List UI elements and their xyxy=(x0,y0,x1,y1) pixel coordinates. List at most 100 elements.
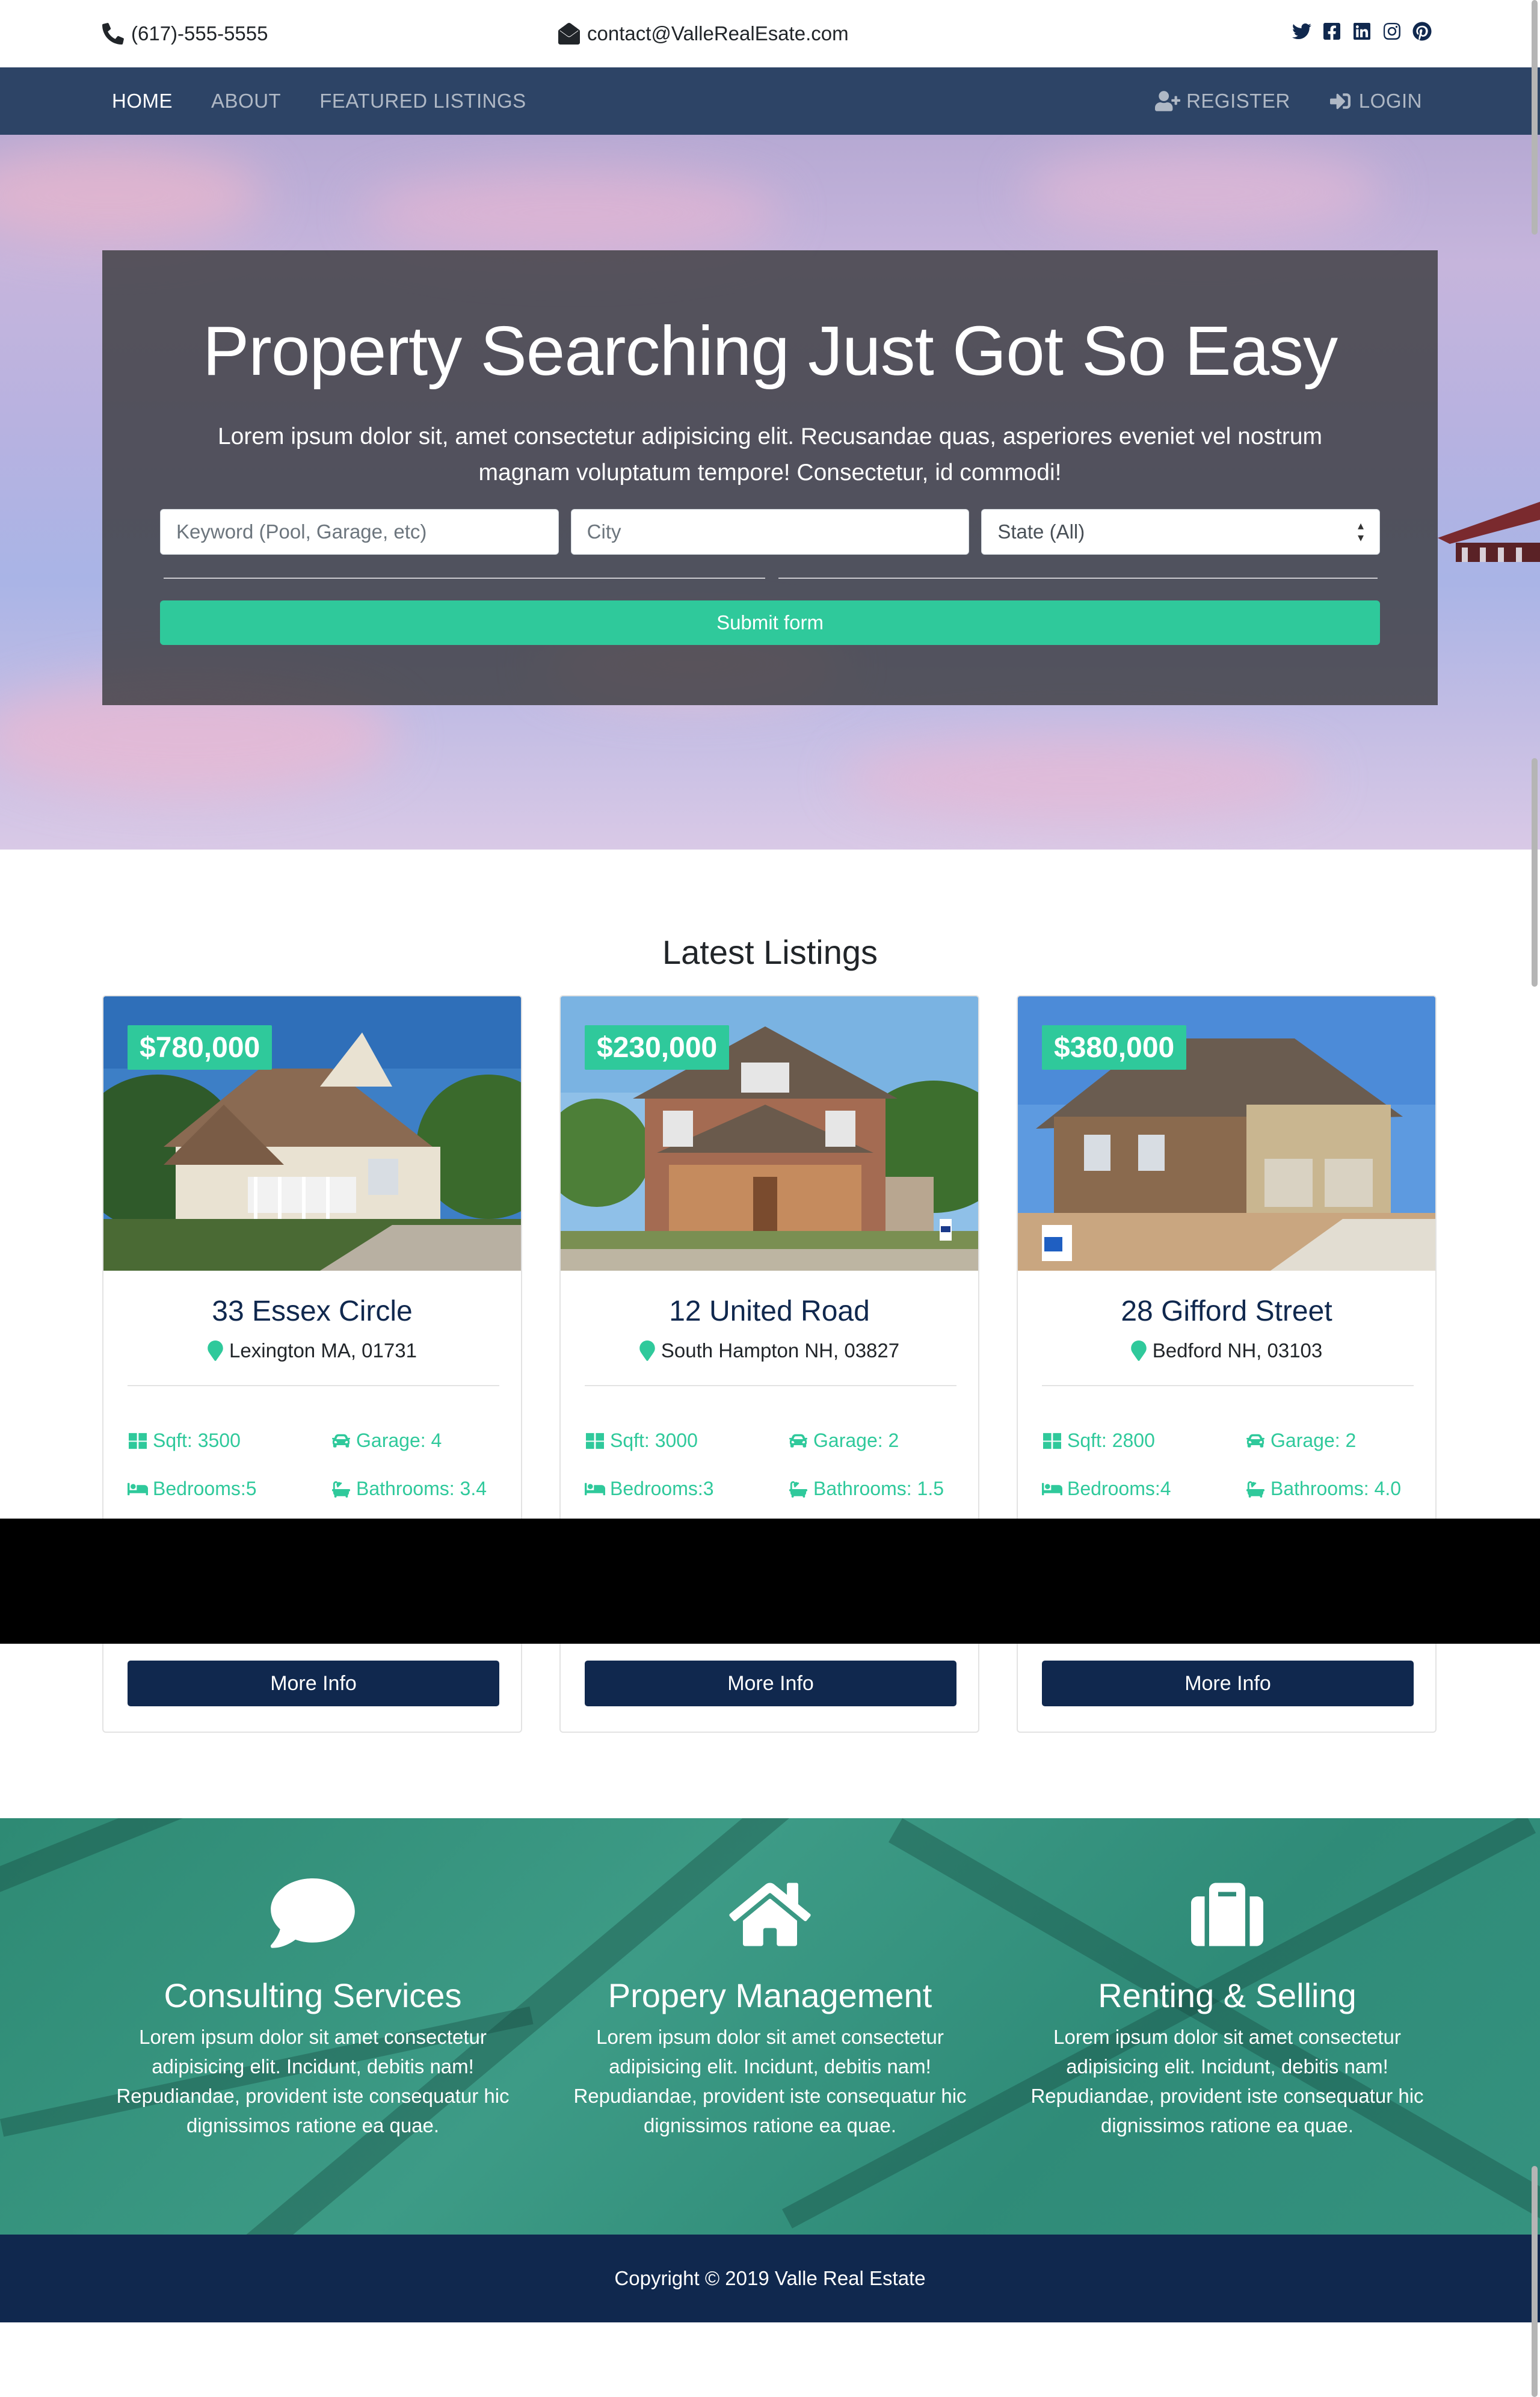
home-icon xyxy=(728,1878,812,1951)
listing-photo[interactable]: $780,000 xyxy=(103,996,521,1271)
listing-photo[interactable]: $230,000 xyxy=(561,996,978,1271)
listing-location-text: Bedford NH, 03103 xyxy=(1152,1339,1323,1362)
garage-text: Garage: 2 xyxy=(813,1430,899,1451)
state-select[interactable]: State (All) ▴ ▾ xyxy=(981,509,1381,555)
hero-cloud xyxy=(1023,147,1384,237)
suitcase-icon xyxy=(1185,1878,1269,1951)
sqft-text: Sqft: 2800 xyxy=(1067,1430,1155,1451)
card-divider xyxy=(1042,1385,1414,1386)
grid-icon xyxy=(1043,1433,1061,1449)
bathrooms-text: Bathrooms: 3.4 xyxy=(356,1478,487,1499)
phone-icon xyxy=(102,23,124,45)
sqft-feature: Sqft: 3000 xyxy=(585,1430,698,1452)
more-info-button[interactable]: More Info xyxy=(585,1661,956,1706)
grid-icon xyxy=(586,1433,604,1449)
top-contact-bar: (617)-555-5555 contact@ValleRealEsate.co… xyxy=(0,0,1540,67)
hero-search-panel: Property Searching Just Got So Easy Lore… xyxy=(102,250,1438,705)
city-placeholder: City xyxy=(587,520,621,543)
login-label: LOGIN xyxy=(1358,90,1422,112)
sign-in-icon xyxy=(1329,93,1351,110)
price-badge: $230,000 xyxy=(585,1025,730,1070)
social-links xyxy=(1292,22,1432,41)
register-label: REGISTER xyxy=(1186,90,1290,112)
service-title: Consulting Services xyxy=(164,1976,462,2014)
bath-icon xyxy=(1246,1481,1264,1498)
price-badge: $380,000 xyxy=(1042,1025,1187,1070)
bedrooms-text: Bedrooms:5 xyxy=(153,1478,257,1499)
email-address: contact@ValleRealEsate.com xyxy=(587,22,849,45)
sqft-text: Sqft: 3500 xyxy=(153,1430,241,1451)
price-badge: $780,000 xyxy=(128,1025,273,1070)
form-divider xyxy=(164,578,765,579)
page-footer: Copyright © 2019 Valle Real Estate xyxy=(0,2235,1540,2322)
page-scrollbar[interactable] xyxy=(1528,0,1540,2397)
listing-address: 12 United Road xyxy=(669,1295,870,1327)
service-renting-selling: Renting & Selling Lorem ipsum dolor sit … xyxy=(1017,1878,1438,2140)
hero-cloud xyxy=(0,147,265,243)
bathrooms-feature: Bathrooms: 3.4 xyxy=(331,1478,487,1500)
nav-about-link[interactable]: ABOUT xyxy=(211,90,281,113)
car-icon xyxy=(1246,1434,1265,1448)
service-title: Propery Management xyxy=(608,1976,932,2014)
listing-location-text: Lexington MA, 01731 xyxy=(229,1339,417,1362)
keyword-placeholder: Keyword (Pool, Garage, etc) xyxy=(176,520,427,543)
speech-bubble-icon xyxy=(270,1878,355,1951)
main-navbar: HOME ABOUT FEATURED LISTINGS REGISTER LO… xyxy=(0,67,1540,135)
scrollbar-thumb[interactable] xyxy=(1532,2166,1538,2397)
nav-auth-links: REGISTER LOGIN xyxy=(1118,67,1422,135)
register-link[interactable]: REGISTER xyxy=(1155,90,1290,113)
hero-section: Property Searching Just Got So Easy Lore… xyxy=(0,135,1540,850)
facebook-icon[interactable] xyxy=(1322,22,1341,41)
hero-cloud xyxy=(842,736,1323,821)
listing-location: Lexington MA, 01731 xyxy=(103,1339,521,1362)
nav-home-link[interactable]: HOME xyxy=(112,90,173,113)
car-icon xyxy=(789,1434,808,1448)
hero-title: Property Searching Just Got So Easy xyxy=(202,312,1338,390)
service-text: Lorem ipsum dolor sit amet consectetur a… xyxy=(1030,2026,1424,2136)
bedrooms-feature: Bedrooms:3 xyxy=(585,1478,714,1500)
bathrooms-feature: Bathrooms: 1.5 xyxy=(788,1478,944,1500)
linkedin-icon[interactable] xyxy=(1352,22,1372,41)
map-marker-icon xyxy=(1130,1340,1147,1361)
phone-number: (617)-555-5555 xyxy=(131,22,268,45)
listing-location-text: South Hampton NH, 03827 xyxy=(661,1339,900,1362)
service-management: Propery Management Lorem ipsum dolor sit… xyxy=(559,1878,981,2140)
login-link[interactable]: LOGIN xyxy=(1328,90,1422,113)
sqft-feature: Sqft: 2800 xyxy=(1042,1430,1155,1452)
bathrooms-text: Bathrooms: 4.0 xyxy=(1270,1478,1401,1499)
city-input[interactable]: City xyxy=(570,509,970,555)
map-marker-icon xyxy=(639,1340,655,1361)
twitter-icon[interactable] xyxy=(1292,22,1311,41)
more-info-button[interactable]: More Info xyxy=(128,1661,499,1706)
bed-icon xyxy=(1042,1482,1062,1495)
card-divider xyxy=(585,1385,956,1386)
nav-featured-listings-link[interactable]: FEATURED LISTINGS xyxy=(319,90,526,113)
garage-feature: Garage: 4 xyxy=(331,1430,442,1452)
map-marker-icon xyxy=(208,1340,223,1361)
pinterest-icon[interactable] xyxy=(1412,22,1432,41)
more-info-button[interactable]: More Info xyxy=(1042,1661,1414,1706)
listing-address: 33 Essex Circle xyxy=(212,1295,413,1327)
hero-subtitle: Lorem ipsum dolor sit, amet consectetur … xyxy=(217,424,1323,486)
black-band xyxy=(0,1519,1540,1644)
user-plus-icon xyxy=(1155,91,1181,111)
scrollbar-thumb[interactable] xyxy=(1532,758,1538,987)
listing-photo[interactable]: $380,000 xyxy=(1018,996,1435,1271)
state-select-value: State (All) xyxy=(997,520,1085,543)
service-consulting: Consulting Services Lorem ipsum dolor si… xyxy=(102,1878,523,2140)
keyword-input[interactable]: Keyword (Pool, Garage, etc) xyxy=(160,509,559,555)
email-contact: contact@ValleRealEsate.com xyxy=(558,19,849,48)
submit-form-button[interactable]: Submit form xyxy=(160,600,1380,645)
house-roof-graphic xyxy=(1438,502,1540,562)
hero-cloud xyxy=(361,171,782,255)
instagram-icon[interactable] xyxy=(1382,22,1402,41)
search-form: Keyword (Pool, Garage, etc) City State (… xyxy=(160,509,1381,555)
card-divider xyxy=(128,1385,499,1386)
latest-listings-title: Latest Listings xyxy=(662,933,878,971)
listing-address: 28 Gifford Street xyxy=(1121,1295,1332,1327)
scrollbar-thumb[interactable] xyxy=(1532,0,1538,235)
garage-text: Garage: 2 xyxy=(1270,1430,1357,1451)
bathrooms-feature: Bathrooms: 4.0 xyxy=(1245,1478,1401,1500)
bedrooms-text: Bedrooms:3 xyxy=(610,1478,714,1499)
garage-feature: Garage: 2 xyxy=(1245,1430,1356,1452)
